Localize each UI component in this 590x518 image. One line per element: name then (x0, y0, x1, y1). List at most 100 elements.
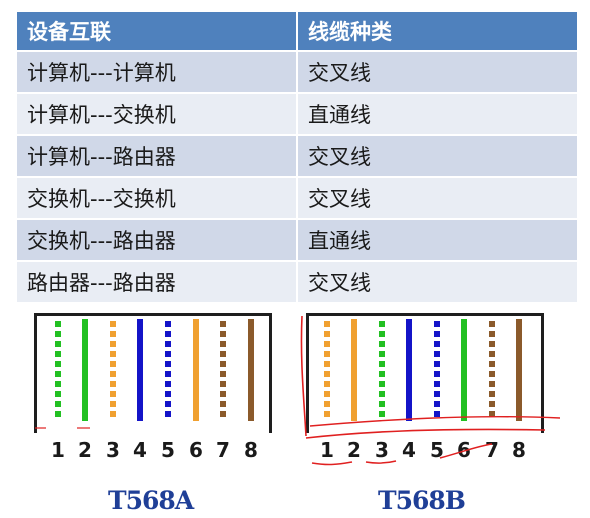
table-row: 计算机---计算机 交叉线 (17, 50, 577, 93)
wire-stripe-segment (220, 321, 226, 327)
wire-stripe-segment (110, 391, 116, 397)
wire-stripe-segment (434, 401, 440, 407)
t568a-pin-numbers: 1 2 3 4 5 6 7 8 (34, 438, 272, 466)
wire-stripe-segment (220, 351, 226, 357)
wire-stripe-segment (489, 351, 495, 357)
t568a-connector-diagram (34, 313, 272, 433)
wire-stripe-segment (110, 381, 116, 387)
wire-stripe-segment (324, 351, 330, 357)
wire-stripe-segment (379, 411, 385, 417)
pin-number: 5 (430, 438, 444, 462)
wire-stripe-segment (165, 341, 171, 347)
wire-stripe-segment (110, 401, 116, 407)
pin-number: 6 (457, 438, 471, 462)
pin-number: 4 (402, 438, 416, 462)
wire-stripe-segment (379, 341, 385, 347)
wire-solid (351, 319, 357, 421)
wire-stripe-segment (165, 401, 171, 407)
wire-stripe-segment (379, 331, 385, 337)
pin-number: 4 (133, 438, 147, 462)
cable-type-table: 设备互联 线缆种类 计算机---计算机 交叉线 计算机---交换机 直通线 计算… (17, 12, 577, 302)
device-pair-cell: 交换机---路由器 (17, 218, 298, 261)
wire-stripe-segment (110, 411, 116, 417)
wire-stripe-segment (165, 381, 171, 387)
wire-stripe-segment (489, 381, 495, 387)
table-header-row: 设备互联 线缆种类 (17, 12, 577, 51)
wire-stripe-segment (55, 351, 61, 357)
wire-stripe-segment (489, 341, 495, 347)
wire-stripe-segment (55, 381, 61, 387)
wire-stripe-segment (379, 401, 385, 407)
wire-stripe-segment (324, 361, 330, 367)
wire-stripe-segment (324, 411, 330, 417)
wire-stripe-segment (434, 371, 440, 377)
wire-solid (406, 319, 412, 421)
wire-stripe-segment (434, 361, 440, 367)
device-pair-cell: 路由器---路由器 (17, 260, 298, 302)
wire-stripe-segment (55, 391, 61, 397)
wire-stripe-segment (324, 331, 330, 337)
wire-solid (193, 319, 199, 421)
wire-stripe-segment (165, 361, 171, 367)
wire-stripe-segment (379, 391, 385, 397)
wire-stripe-segment (434, 351, 440, 357)
cable-type-cell: 交叉线 (297, 134, 577, 177)
wire-stripe-segment (324, 381, 330, 387)
table-row: 交换机---路由器 直通线 (17, 218, 577, 261)
wire-stripe-segment (110, 371, 116, 377)
t568b-label: T568B (378, 486, 466, 515)
wire-stripe-segment (220, 391, 226, 397)
pin-number: 2 (78, 438, 92, 462)
wire-stripe-segment (379, 361, 385, 367)
wire-solid (516, 319, 522, 421)
wire-stripe-segment (434, 341, 440, 347)
wire-stripe-segment (55, 331, 61, 337)
wire-stripe-segment (220, 361, 226, 367)
header-cable-type: 线缆种类 (297, 12, 577, 51)
wire-stripe-segment (55, 341, 61, 347)
wire-stripe-segment (55, 361, 61, 367)
wire-stripe-segment (220, 411, 226, 417)
t568a-label: T568A (108, 486, 194, 515)
wire-stripe-segment (55, 411, 61, 417)
table-row: 计算机---交换机 直通线 (17, 92, 577, 135)
wire-stripe-segment (489, 331, 495, 337)
pin-number: 1 (320, 438, 334, 462)
device-pair-cell: 交换机---交换机 (17, 176, 298, 219)
pin-number: 7 (485, 438, 499, 462)
wire-stripe-segment (165, 411, 171, 417)
device-pair-cell: 计算机---路由器 (17, 134, 298, 177)
wire-stripe-segment (379, 351, 385, 357)
pin-number: 3 (375, 438, 389, 462)
wire-stripe-segment (165, 321, 171, 327)
wire-stripe-segment (165, 331, 171, 337)
wire-stripe-segment (220, 341, 226, 347)
pin-number: 2 (347, 438, 361, 462)
wire-stripe-segment (165, 391, 171, 397)
header-device-connection: 设备互联 (17, 12, 298, 51)
wire-solid (137, 319, 143, 421)
cable-type-cell: 交叉线 (297, 176, 577, 219)
table-row: 交换机---交换机 交叉线 (17, 176, 577, 219)
pin-number: 3 (106, 438, 120, 462)
table-row: 路由器---路由器 交叉线 (17, 260, 577, 302)
wire-stripe-segment (434, 331, 440, 337)
wire-stripe-segment (434, 391, 440, 397)
cable-type-cell: 直通线 (297, 92, 577, 135)
wire-stripe-segment (220, 371, 226, 377)
t568b-pin-numbers: 1 2 3 4 5 6 7 8 (306, 438, 544, 466)
pin-number: 5 (161, 438, 175, 462)
wire-stripe-segment (165, 351, 171, 357)
device-pair-cell: 计算机---计算机 (17, 50, 298, 93)
cable-type-cell: 交叉线 (297, 260, 577, 302)
wire-stripe-segment (434, 381, 440, 387)
wire-stripe-segment (489, 371, 495, 377)
pin-number: 8 (244, 438, 258, 462)
wire-stripe-segment (220, 381, 226, 387)
wire-stripe-segment (489, 391, 495, 397)
wire-stripe-segment (110, 331, 116, 337)
wire-solid (248, 319, 254, 421)
wire-stripe-segment (489, 321, 495, 327)
wire-stripe-segment (489, 361, 495, 367)
wire-stripe-segment (434, 321, 440, 327)
